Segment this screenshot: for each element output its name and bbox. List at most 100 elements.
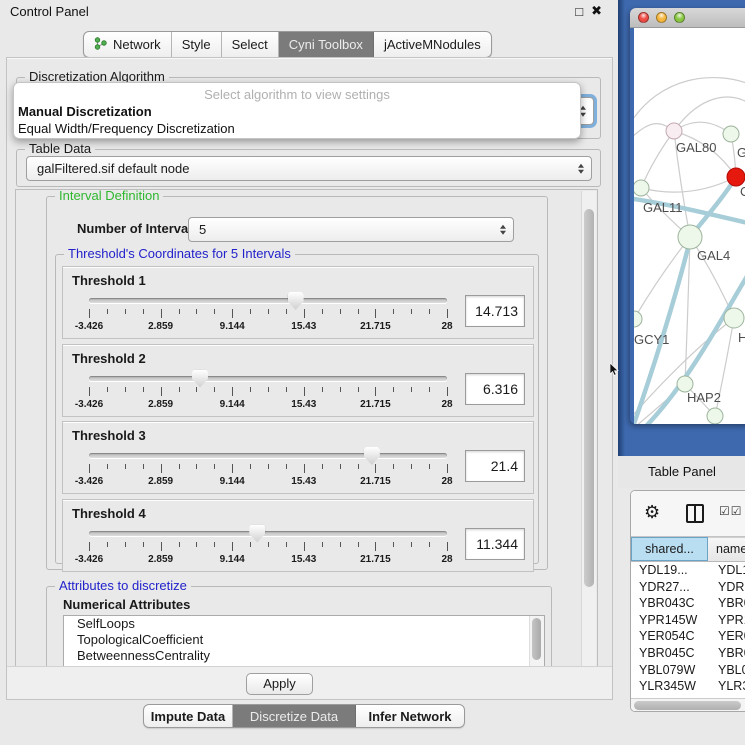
table-data-combobox[interactable]: galFiltered.sif default node [26,156,592,181]
network-node-label: H [738,330,745,345]
cell-name[interactable]: YBR045C [708,645,745,662]
network-node-label: GAL11 [643,200,683,215]
table-panel: ⚙ ☑☑ shared... name YDL19...YDL19...YDR2… [630,490,745,712]
settings-scrollpane: Interval Definition Number of Intervals … [15,189,598,668]
settings-vertical-scrollbar[interactable] [581,191,596,666]
close-traffic-light-icon[interactable] [638,12,649,23]
apply-button[interactable]: Apply [246,673,313,695]
control-panel-title: Control Panel [10,4,89,19]
cell-shared-name[interactable]: YBR045C [631,645,708,662]
select-columns-icon[interactable]: ☑☑ [719,504,743,518]
interval-definition-group: Interval Definition Number of Intervals … [46,196,548,570]
cell-shared-name[interactable]: YDL19... [631,562,708,579]
network-node-label: GAL80 [676,140,716,155]
threshold-value-field[interactable]: 11.344 [465,528,525,560]
cell-name[interactable]: YLR345W [708,678,745,695]
table-row[interactable]: YPR145WYPR145W [631,612,745,629]
threshold-slider[interactable]: -3.4262.8599.14415.4321.71528 [89,522,447,568]
cell-name[interactable]: YDR27... [708,579,745,596]
cell-shared-name[interactable]: YBL079W [631,662,708,679]
float-window-icon[interactable]: □ [575,4,583,19]
slider-track[interactable] [89,531,447,536]
cell-shared-name[interactable]: YLR345W [631,678,708,695]
attribute-list-item[interactable]: BetweennessCentrality [64,648,544,664]
network-window-titlebar[interactable] [630,8,745,28]
slider-track[interactable] [89,453,447,458]
attributes-list-scrollbar[interactable] [529,616,544,668]
dropdown-item[interactable]: Equal Width/Frequency Discretization [14,120,580,137]
cell-name[interactable]: YBR043C [708,595,745,612]
slider-tick-labels: -3.4262.8599.14415.4321.71528 [89,554,447,566]
network-canvas[interactable]: GAL80GACGAL11GAL4GCY1HHAP2 [634,28,745,424]
attribute-list-item[interactable]: SelfLoops [64,616,544,632]
slider-thumb-icon[interactable] [364,447,380,465]
network-node[interactable] [724,308,744,328]
threshold-slider[interactable]: -3.4262.8599.14415.4321.71528 [89,289,447,335]
tab-select[interactable]: Select [222,32,279,57]
slider-tick-labels: -3.4262.8599.14415.4321.71528 [89,399,447,411]
attribute-list-item[interactable]: TopologicalCoefficient [64,632,544,648]
cell-shared-name[interactable]: YDR27... [631,579,708,596]
table-row[interactable]: YLR345WYLR345W [631,678,745,695]
tab-impute-data[interactable]: Impute Data [144,705,233,727]
tab-style[interactable]: Style [172,32,222,57]
cell-shared-name[interactable]: YPR145W [631,612,708,629]
threshold-value-field[interactable]: 14.713 [465,295,525,327]
network-node[interactable] [666,123,682,139]
cell-shared-name[interactable]: YER054C [631,628,708,645]
table-horizontal-scrollbar[interactable] [631,698,745,712]
table-body: YDL19...YDL19...YDR27...YDR27...YBR043CY… [631,562,745,698]
slider-ticks [89,387,447,397]
table-row[interactable]: YDL19...YDL19... [631,562,745,579]
gear-icon[interactable]: ⚙ [644,501,660,523]
table-row[interactable]: YBR043CYBR043C [631,595,745,612]
split-columns-icon[interactable] [686,504,704,523]
slider-thumb-icon[interactable] [249,525,265,543]
table-row[interactable]: YDR27...YDR27... [631,579,745,596]
threshold-slider[interactable]: -3.4262.8599.14415.4321.71528 [89,444,447,490]
cell-name[interactable]: YBL079W [708,662,745,679]
slider-thumb-icon[interactable] [288,292,304,310]
table-row[interactable]: YBL079WYBL079W [631,662,745,679]
table-panel-toolbar: ⚙ ☑☑ [631,491,745,537]
network-node[interactable] [707,408,723,424]
network-node[interactable] [634,311,642,327]
table-row[interactable]: YBR045CYBR045C [631,645,745,662]
minimize-traffic-light-icon[interactable] [656,12,667,23]
column-header-shared-name[interactable]: shared... [631,537,708,561]
dropdown-item[interactable]: Manual Discretization [14,103,580,120]
tab-discretize-data[interactable]: Discretize Data [233,705,356,727]
slider-thumb-icon[interactable] [192,370,208,388]
cell-shared-name[interactable]: YBR043C [631,595,708,612]
threshold-panel: Threshold 3 -3.4262.8599.14415.4321.7152… [62,421,534,494]
table-row[interactable]: YER054CYER054C [631,628,745,645]
numerical-attributes-label: Numerical Attributes [63,597,190,612]
tab-infer-network[interactable]: Infer Network [356,705,464,727]
number-of-intervals-combobox[interactable]: 5 [188,217,514,242]
threshold-label: Threshold 2 [72,351,146,366]
zoom-traffic-light-icon[interactable] [674,12,685,23]
tab-network[interactable]: Network [84,32,172,57]
column-header-name[interactable]: name [708,537,745,561]
algorithm-dropdown-popup: Select algorithm to view settings Manual… [13,82,581,139]
cell-name[interactable]: YDL19... [708,562,745,579]
control-panel-titlebar: Control Panel □ ✖ [0,0,618,24]
cell-name[interactable]: YER054C [708,628,745,645]
threshold-label: Threshold 1 [72,273,146,288]
network-node[interactable] [634,180,649,196]
threshold-value-field[interactable]: 21.4 [465,450,525,482]
network-node[interactable] [678,225,702,249]
threshold-value-field[interactable]: 6.316 [465,373,525,405]
network-node[interactable] [723,126,739,142]
threshold-slider[interactable]: -3.4262.8599.14415.4321.71528 [89,367,447,413]
threshold-panel: Threshold 2 -3.4262.8599.14415.4321.7152… [62,344,534,417]
dropdown-placeholder-item[interactable]: Select algorithm to view settings [14,83,580,103]
slider-track[interactable] [89,298,447,303]
tab-jactivemnodules[interactable]: jActiveMNodules [374,32,491,57]
cell-name[interactable]: YPR145W [708,612,745,629]
tab-cyni-toolbox[interactable]: Cyni Toolbox [279,32,374,57]
numerical-attributes-list[interactable]: SelfLoopsTopologicalCoefficientBetweenne… [63,615,545,668]
interval-definition-title: Interval Definition [55,189,163,203]
slider-track[interactable] [89,376,447,381]
close-icon[interactable]: ✖ [591,3,602,19]
